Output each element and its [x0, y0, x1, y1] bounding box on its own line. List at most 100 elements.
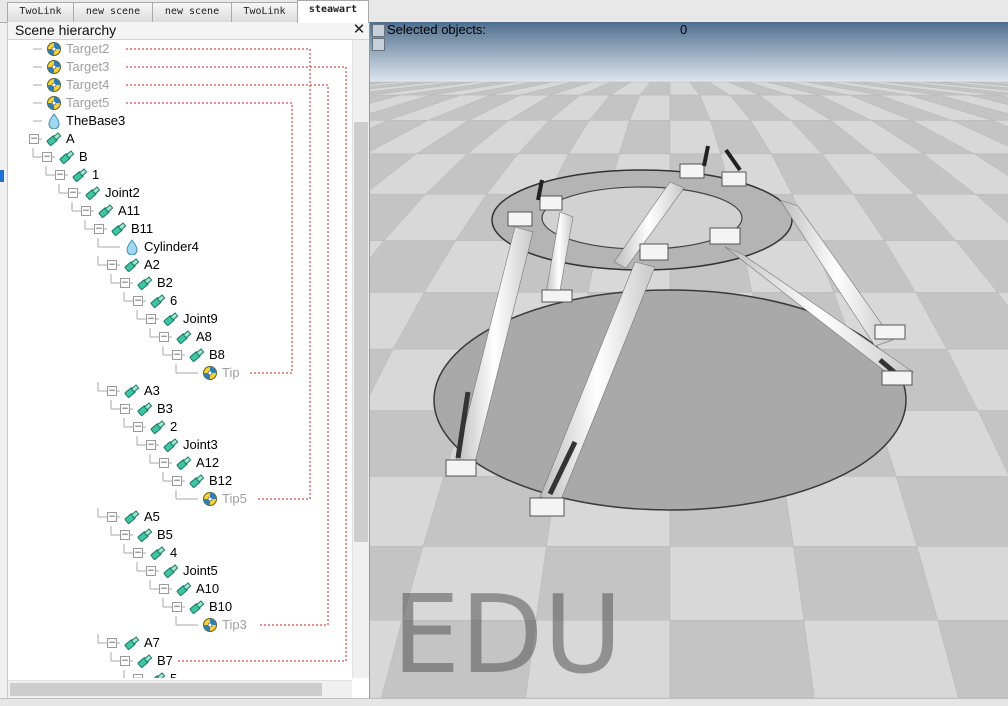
hierarchy-item-b7[interactable]: −B7: [8, 652, 348, 670]
hierarchy-item-2[interactable]: −2: [8, 418, 348, 436]
collapse-toggle-icon[interactable]: −: [120, 404, 130, 414]
collapse-toggle-icon[interactable]: −: [172, 476, 182, 486]
hierarchy-item-4[interactable]: −4: [8, 544, 348, 562]
hierarchy-item-joint2[interactable]: −Joint2: [8, 184, 348, 202]
hierarchy-item-target3[interactable]: Target3: [8, 58, 348, 76]
tab-twolink-1[interactable]: TwoLink: [7, 2, 74, 22]
hierarchy-item-a7[interactable]: − A7: [8, 634, 348, 652]
joint-icon: [85, 185, 101, 201]
collapse-toggle-icon[interactable]: −: [120, 530, 130, 540]
collapse-toggle-icon[interactable]: −: [172, 350, 182, 360]
collapse-toggle-icon[interactable]: −: [29, 134, 39, 144]
hierarchy-item-b5[interactable]: −B5: [8, 526, 348, 544]
collapse-toggle-icon[interactable]: −: [81, 206, 91, 216]
collapse-toggle-icon[interactable]: −: [133, 422, 143, 432]
collapse-toggle-icon[interactable]: −: [133, 548, 143, 558]
tab-steawart[interactable]: steawart: [297, 0, 369, 23]
view-maximize-button[interactable]: [372, 38, 385, 51]
tree-connector: [8, 652, 134, 670]
hierarchy-item-tip[interactable]: Tip: [8, 364, 348, 382]
close-icon[interactable]: ✕: [352, 23, 366, 37]
hierarchy-item-thebase3[interactable]: TheBase3: [8, 112, 348, 130]
collapse-toggle-icon[interactable]: −: [68, 188, 78, 198]
hierarchy-item-a2[interactable]: −A2: [8, 256, 348, 274]
dummy-tip-icon: [202, 617, 218, 633]
hierarchy-item-label: A11: [118, 202, 140, 220]
hierarchy-item-5[interactable]: −5: [8, 670, 348, 678]
dummy-tip-icon: [202, 491, 218, 507]
tab-new-scene-1[interactable]: new scene: [73, 2, 153, 22]
vertical-scroll-thumb[interactable]: [354, 122, 368, 542]
panel-header: Scene hierarchy ✕: [8, 22, 369, 40]
hierarchy-item-a12[interactable]: −A12: [8, 454, 348, 472]
hierarchy-item-target5[interactable]: Target5: [8, 94, 348, 112]
hierarchy-item-b12[interactable]: −B12: [8, 472, 348, 490]
hierarchy-item-a10[interactable]: −A10: [8, 580, 348, 598]
vertical-scrollbar[interactable]: [352, 40, 369, 678]
collapse-toggle-icon[interactable]: −: [133, 674, 143, 678]
hierarchy-item-b2[interactable]: −B2: [8, 274, 348, 292]
tree-connector: [8, 490, 199, 508]
hierarchy-item-a3[interactable]: −A3: [8, 382, 348, 400]
collapse-toggle-icon[interactable]: −: [55, 170, 65, 180]
scene-viewport[interactable]: EDU Selected objects: 0: [369, 22, 1008, 698]
hierarchy-item-a[interactable]: −A: [8, 130, 348, 148]
collapse-toggle-icon[interactable]: −: [120, 278, 130, 288]
hierarchy-item-label: Tip5: [222, 490, 247, 508]
hierarchy-item-label: Target2: [66, 40, 109, 58]
collapse-toggle-icon[interactable]: −: [146, 566, 156, 576]
hierarchy-item-tip5[interactable]: Tip5: [8, 490, 348, 508]
horizontal-scroll-thumb[interactable]: [10, 683, 322, 696]
selected-objects-label: Selected objects:: [387, 22, 486, 37]
joint-top-1: [508, 212, 532, 226]
tab-new-scene-2[interactable]: new scene: [152, 2, 232, 22]
hierarchy-item-a8[interactable]: −A8: [8, 328, 348, 346]
hierarchy-item-joint5[interactable]: −Joint5: [8, 562, 348, 580]
collapse-toggle-icon[interactable]: −: [107, 260, 117, 270]
collapse-toggle-icon[interactable]: −: [42, 152, 52, 162]
hierarchy-item-label: A7: [144, 634, 160, 652]
tree-connector: [8, 292, 147, 310]
dummy-target-icon: [46, 95, 62, 111]
hierarchy-item-a11[interactable]: − A11: [8, 202, 348, 220]
hierarchy-item-b10[interactable]: −B10: [8, 598, 348, 616]
joint-icon: [59, 149, 75, 165]
dummy-target-icon: [46, 59, 62, 75]
collapse-toggle-icon[interactable]: −: [159, 584, 169, 594]
collapse-toggle-icon[interactable]: −: [146, 314, 156, 324]
hierarchy-item-target4[interactable]: Target4: [8, 76, 348, 94]
hierarchy-item-b[interactable]: −B: [8, 148, 348, 166]
collapse-toggle-icon[interactable]: −: [159, 332, 169, 342]
collapse-toggle-icon[interactable]: −: [146, 440, 156, 450]
collapse-toggle-icon[interactable]: −: [107, 638, 117, 648]
collapse-toggle-icon[interactable]: −: [120, 656, 130, 666]
collapse-toggle-icon[interactable]: −: [172, 602, 182, 612]
joint-top-5: [710, 228, 740, 244]
hierarchy-item-a5[interactable]: −A5: [8, 508, 348, 526]
collapse-toggle-icon[interactable]: −: [159, 458, 169, 468]
hierarchy-item-b3[interactable]: −B3: [8, 400, 348, 418]
tree-connector: [8, 544, 147, 562]
hierarchy-item-joint9[interactable]: −Joint9: [8, 310, 348, 328]
tree-connector: [8, 436, 160, 454]
hierarchy-item-6[interactable]: −6: [8, 292, 348, 310]
hierarchy-item-b11[interactable]: −B11: [8, 220, 348, 238]
tab-twolink-2[interactable]: TwoLink: [231, 2, 298, 22]
scene-3d-view[interactable]: EDU: [370, 22, 1008, 698]
hierarchy-item-joint3[interactable]: −Joint3: [8, 436, 348, 454]
collapse-toggle-icon[interactable]: −: [107, 386, 117, 396]
collapse-toggle-icon[interactable]: −: [133, 296, 143, 306]
hierarchy-tree[interactable]: Target2Target3Target4Target5TheBase3−A−B…: [8, 40, 350, 678]
joint-base-3: [875, 325, 905, 339]
hierarchy-item-b8[interactable]: −B8: [8, 346, 348, 364]
hierarchy-item-label: 2: [170, 418, 177, 436]
view-minimize-button[interactable]: [372, 24, 385, 37]
horizontal-scrollbar[interactable]: [8, 680, 352, 698]
hierarchy-item-cylinder4[interactable]: Cylinder4: [8, 238, 348, 256]
hierarchy-item-tip3[interactable]: Tip3: [8, 616, 348, 634]
hierarchy-item-target2[interactable]: Target2: [8, 40, 348, 58]
collapse-toggle-icon[interactable]: −: [94, 224, 104, 234]
collapse-toggle-icon[interactable]: −: [107, 512, 117, 522]
hierarchy-item-1[interactable]: −1: [8, 166, 348, 184]
tree-connector: [8, 256, 121, 274]
